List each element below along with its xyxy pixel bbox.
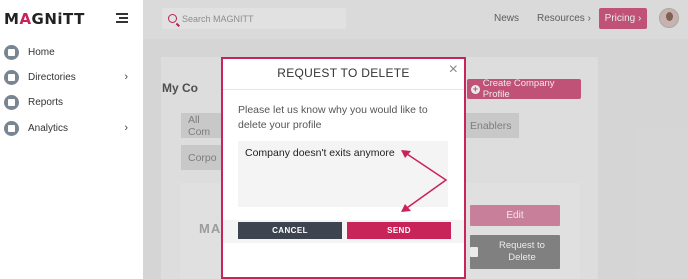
sidebar: MAGNiTT Home Directories › Reports Analy… (0, 0, 143, 279)
request-to-delete-button[interactable]: Request to Delete (470, 235, 560, 269)
top-bar: Search MAGNITT News Resources › Pricing … (143, 0, 688, 39)
logo-text-prefix: M (4, 10, 20, 28)
nav-link-news[interactable]: News (494, 13, 519, 24)
logo-text-suffix: GNiTT (31, 10, 85, 28)
trash-icon (470, 247, 478, 257)
directories-icon (4, 69, 19, 85)
edit-label: Edit (506, 210, 524, 221)
reports-icon (4, 94, 19, 110)
magnitt-logo[interactable]: MAGNiTT (4, 10, 85, 28)
chevron-right-icon: › (124, 122, 128, 134)
tab-enablers[interactable]: Enablers (463, 113, 519, 138)
tab-corporates[interactable]: Corpo (181, 145, 221, 170)
sidebar-item-label: Directories (28, 71, 76, 83)
pricing-button[interactable]: Pricing › (599, 8, 647, 29)
analytics-icon (4, 120, 19, 136)
chevron-right-icon: › (124, 71, 128, 83)
sidebar-item-label: Reports (28, 96, 64, 108)
request-delete-label: Request to Delete (499, 240, 545, 263)
close-icon[interactable]: × (449, 61, 458, 79)
sidebar-item-home[interactable]: Home (4, 42, 134, 62)
sidebar-item-label: Home (28, 46, 55, 58)
delete-reason-textarea[interactable]: Company doesn't exits anymore (238, 141, 448, 207)
create-button-label: Create Company Profile (482, 78, 555, 100)
company-logo: MA (199, 221, 222, 236)
sidebar-item-label: Analytics (28, 122, 69, 134)
create-company-profile-button[interactable]: + Create Company Profile (467, 78, 581, 100)
search-input[interactable]: Search MAGNITT (162, 8, 346, 29)
page-title: My Co (162, 81, 198, 95)
send-button[interactable]: SEND (347, 222, 451, 239)
plus-icon: + (471, 83, 480, 94)
home-icon (4, 44, 19, 60)
sidebar-item-directories[interactable]: Directories › (4, 67, 134, 87)
modal-prompt: Please let us know why you would like to… (238, 104, 428, 131)
nav-link-resources[interactable]: Resources › (537, 13, 591, 24)
modal-title: REQUEST TO DELETE (277, 66, 410, 80)
search-placeholder: Search MAGNITT (182, 13, 254, 24)
modal-divider (223, 89, 464, 90)
sidebar-item-reports[interactable]: Reports (4, 92, 134, 112)
cancel-button[interactable]: CANCEL (238, 222, 342, 239)
avatar[interactable] (659, 8, 679, 28)
hamburger-menu-icon[interactable] (116, 13, 128, 23)
tab-all-companies[interactable]: All Com (181, 113, 221, 138)
search-icon (168, 14, 177, 23)
sidebar-item-analytics[interactable]: Analytics › (4, 118, 134, 138)
edit-button[interactable]: Edit (470, 205, 560, 226)
request-delete-modal: REQUEST TO DELETE × Please let us know w… (221, 57, 466, 279)
logo-text-accent: A (19, 10, 32, 28)
